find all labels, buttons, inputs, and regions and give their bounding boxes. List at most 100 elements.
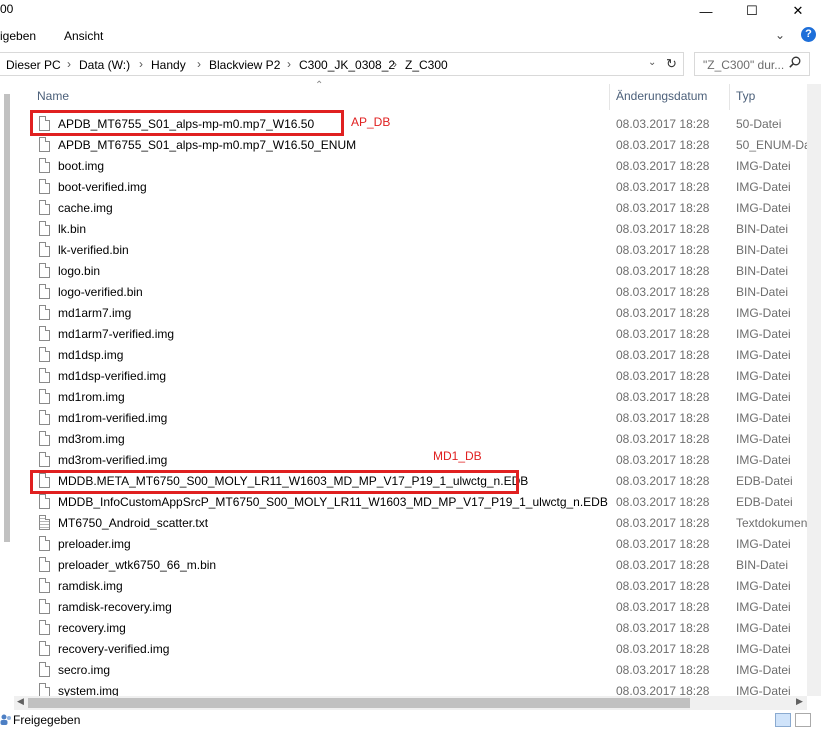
- file-date: 08.03.2017 18:28: [616, 411, 710, 425]
- file-row[interactable]: boot-verified.img 08.03.2017 18:28 IMG-Dat…: [30, 177, 807, 198]
- file-row[interactable]: md1arm7.img 08.03.2017 18:28 IMG-Datei: [30, 303, 807, 324]
- file-row[interactable]: preloader_wtk6750_66_m.bin 08.03.2017 18:…: [30, 555, 807, 576]
- large-icons-view-icon[interactable]: [795, 713, 811, 727]
- file-type: IMG-Datei: [736, 453, 791, 467]
- file-type: IMG-Datei: [736, 180, 791, 194]
- file-date: 08.03.2017 18:28: [616, 621, 710, 635]
- text-file-icon: [39, 515, 50, 530]
- file-icon: [39, 557, 50, 572]
- file-name: MT6750_Android_scatter.txt: [58, 516, 209, 530]
- file-name: md1rom-verified.img: [58, 411, 168, 425]
- file-type: IMG-Datei: [736, 159, 791, 173]
- file-type: IMG-Datei: [736, 390, 791, 404]
- file-type: IMG-Datei: [736, 348, 791, 362]
- file-date: 08.03.2017 18:28: [616, 306, 710, 320]
- file-date: 08.03.2017 18:28: [616, 453, 710, 467]
- file-icon: [39, 347, 50, 362]
- file-row[interactable]: md3rom-verified.img 08.03.2017 18:28 IMG-D…: [30, 450, 807, 471]
- file-icon: [39, 683, 50, 696]
- file-type: BIN-Datei: [736, 558, 789, 572]
- file-name: md1rom.img: [58, 390, 125, 404]
- file-row[interactable]: system.img 08.03.2017 18:28 IMG-Datei: [30, 681, 807, 696]
- file-name: lk-verified.bin: [58, 243, 129, 257]
- file-icon: [39, 620, 50, 635]
- file-icon: [39, 431, 50, 446]
- file-name: md1arm7-verified.img: [58, 327, 175, 341]
- file-name: boot.img: [58, 159, 105, 173]
- file-date: 08.03.2017 18:28: [616, 327, 710, 341]
- file-type: BIN-Datei: [736, 285, 789, 299]
- file-date: 08.03.2017 18:28: [616, 138, 710, 152]
- file-type: 50_ENUM-Datei: [736, 138, 807, 152]
- file-type: IMG-Datei: [736, 369, 791, 383]
- file-row[interactable]: ramdisk.img 08.03.2017 18:28 IMG-Datei: [30, 576, 807, 597]
- file-row[interactable]: md1rom-verified.img 08.03.2017 18:28 IMG-D…: [30, 408, 807, 429]
- file-row[interactable]: cache.img 08.03.2017 18:28 IMG-Datei: [30, 198, 807, 219]
- file-row[interactable]: MDDB_InfoCustomAppSrcP_MT6750_S00_MOLY_L…: [30, 492, 807, 513]
- file-icon: [39, 368, 50, 383]
- file-icon: [39, 389, 50, 404]
- file-row[interactable]: md1dsp-verified.img 08.03.2017 18:28 IMG-D…: [30, 366, 807, 387]
- file-icon: [39, 263, 50, 278]
- file-row[interactable]: md1dsp.img 08.03.2017 18:28 IMG-Datei: [30, 345, 807, 366]
- file-date: 08.03.2017 18:28: [616, 663, 710, 677]
- file-type: IMG-Datei: [736, 327, 791, 341]
- file-name: preloader.img: [58, 537, 131, 551]
- file-date: 08.03.2017 18:28: [616, 264, 710, 278]
- file-date: 08.03.2017 18:28: [616, 285, 710, 299]
- file-row[interactable]: secro.img 08.03.2017 18:28 IMG-Datei: [30, 660, 807, 681]
- file-icon: [39, 494, 50, 509]
- annotation-label-md1-db: MD1_DB: [433, 449, 482, 463]
- file-date: 08.03.2017 18:28: [616, 201, 710, 215]
- file-icon: [39, 221, 50, 236]
- file-icon: [39, 158, 50, 173]
- file-type: IMG-Datei: [736, 306, 791, 320]
- file-date: 08.03.2017 18:28: [616, 558, 710, 572]
- file-row[interactable]: md1rom.img 08.03.2017 18:28 IMG-Datei: [30, 387, 807, 408]
- file-date: 08.03.2017 18:28: [616, 243, 710, 257]
- file-type: BIN-Datei: [736, 243, 789, 257]
- file-name: logo-verified.bin: [58, 285, 143, 299]
- scroll-left-icon[interactable]: ◀: [17, 696, 24, 707]
- file-date: 08.03.2017 18:28: [616, 390, 710, 404]
- file-icon: [39, 599, 50, 614]
- status-bar: [0, 710, 821, 731]
- file-row[interactable]: ramdisk-recovery.img 08.03.2017 18:28 IMG-…: [30, 597, 807, 618]
- file-row[interactable]: md1arm7-verified.img 08.03.2017 18:28 IMG-…: [30, 324, 807, 345]
- file-name: md3rom-verified.img: [58, 453, 168, 467]
- annotation-box-ap-db: [30, 110, 344, 136]
- file-name: boot-verified.img: [58, 180, 147, 194]
- file-row[interactable]: logo-verified.bin 08.03.2017 18:28 BIN-Dat…: [30, 282, 807, 303]
- file-icon: [39, 452, 50, 467]
- file-type: Textdokument: [736, 516, 807, 530]
- file-row[interactable]: MT6750_Android_scatter.txt 08.03.2017 18:…: [30, 513, 807, 534]
- file-row[interactable]: preloader.img 08.03.2017 18:28 IMG-Datei: [30, 534, 807, 555]
- file-name: cache.img: [58, 201, 113, 215]
- scroll-right-icon[interactable]: ▶: [796, 696, 803, 707]
- shared-users-icon: [0, 714, 11, 725]
- file-row[interactable]: logo.bin 08.03.2017 18:28 BIN-Datei: [30, 261, 807, 282]
- vertical-scrollbar[interactable]: [807, 84, 821, 696]
- file-list: APDB_MT6755_S01_alps-mp-m0.mp7_W16.50 08.…: [0, 0, 807, 696]
- file-name: lk.bin: [58, 222, 87, 236]
- file-name: preloader_wtk6750_66_m.bin: [58, 558, 217, 572]
- file-row[interactable]: lk-verified.bin 08.03.2017 18:28 BIN-Datei: [30, 240, 807, 261]
- file-icon: [39, 305, 50, 320]
- details-view-icon[interactable]: [775, 713, 791, 727]
- file-row[interactable]: recovery-verified.img 08.03.2017 18:28 IMG…: [30, 639, 807, 660]
- file-date: 08.03.2017 18:28: [616, 600, 710, 614]
- file-row[interactable]: lk.bin 08.03.2017 18:28 BIN-Datei: [30, 219, 807, 240]
- file-date: 08.03.2017 18:28: [616, 642, 710, 656]
- file-date: 08.03.2017 18:28: [616, 474, 710, 488]
- file-icon: [39, 179, 50, 194]
- file-row[interactable]: boot.img 08.03.2017 18:28 IMG-Datei: [30, 156, 807, 177]
- file-icon: [39, 284, 50, 299]
- file-icon: [39, 137, 50, 152]
- file-row[interactable]: APDB_MT6755_S01_alps-mp-m0.mp7_W16.50_EN…: [30, 135, 807, 156]
- file-row[interactable]: md3rom.img 08.03.2017 18:28 IMG-Datei: [30, 429, 807, 450]
- file-name: system.img: [58, 684, 119, 696]
- horizontal-scroll-thumb[interactable]: [28, 698, 690, 708]
- file-row[interactable]: recovery.img 08.03.2017 18:28 IMG-Datei: [30, 618, 807, 639]
- file-date: 08.03.2017 18:28: [616, 495, 710, 509]
- file-type: IMG-Datei: [736, 411, 791, 425]
